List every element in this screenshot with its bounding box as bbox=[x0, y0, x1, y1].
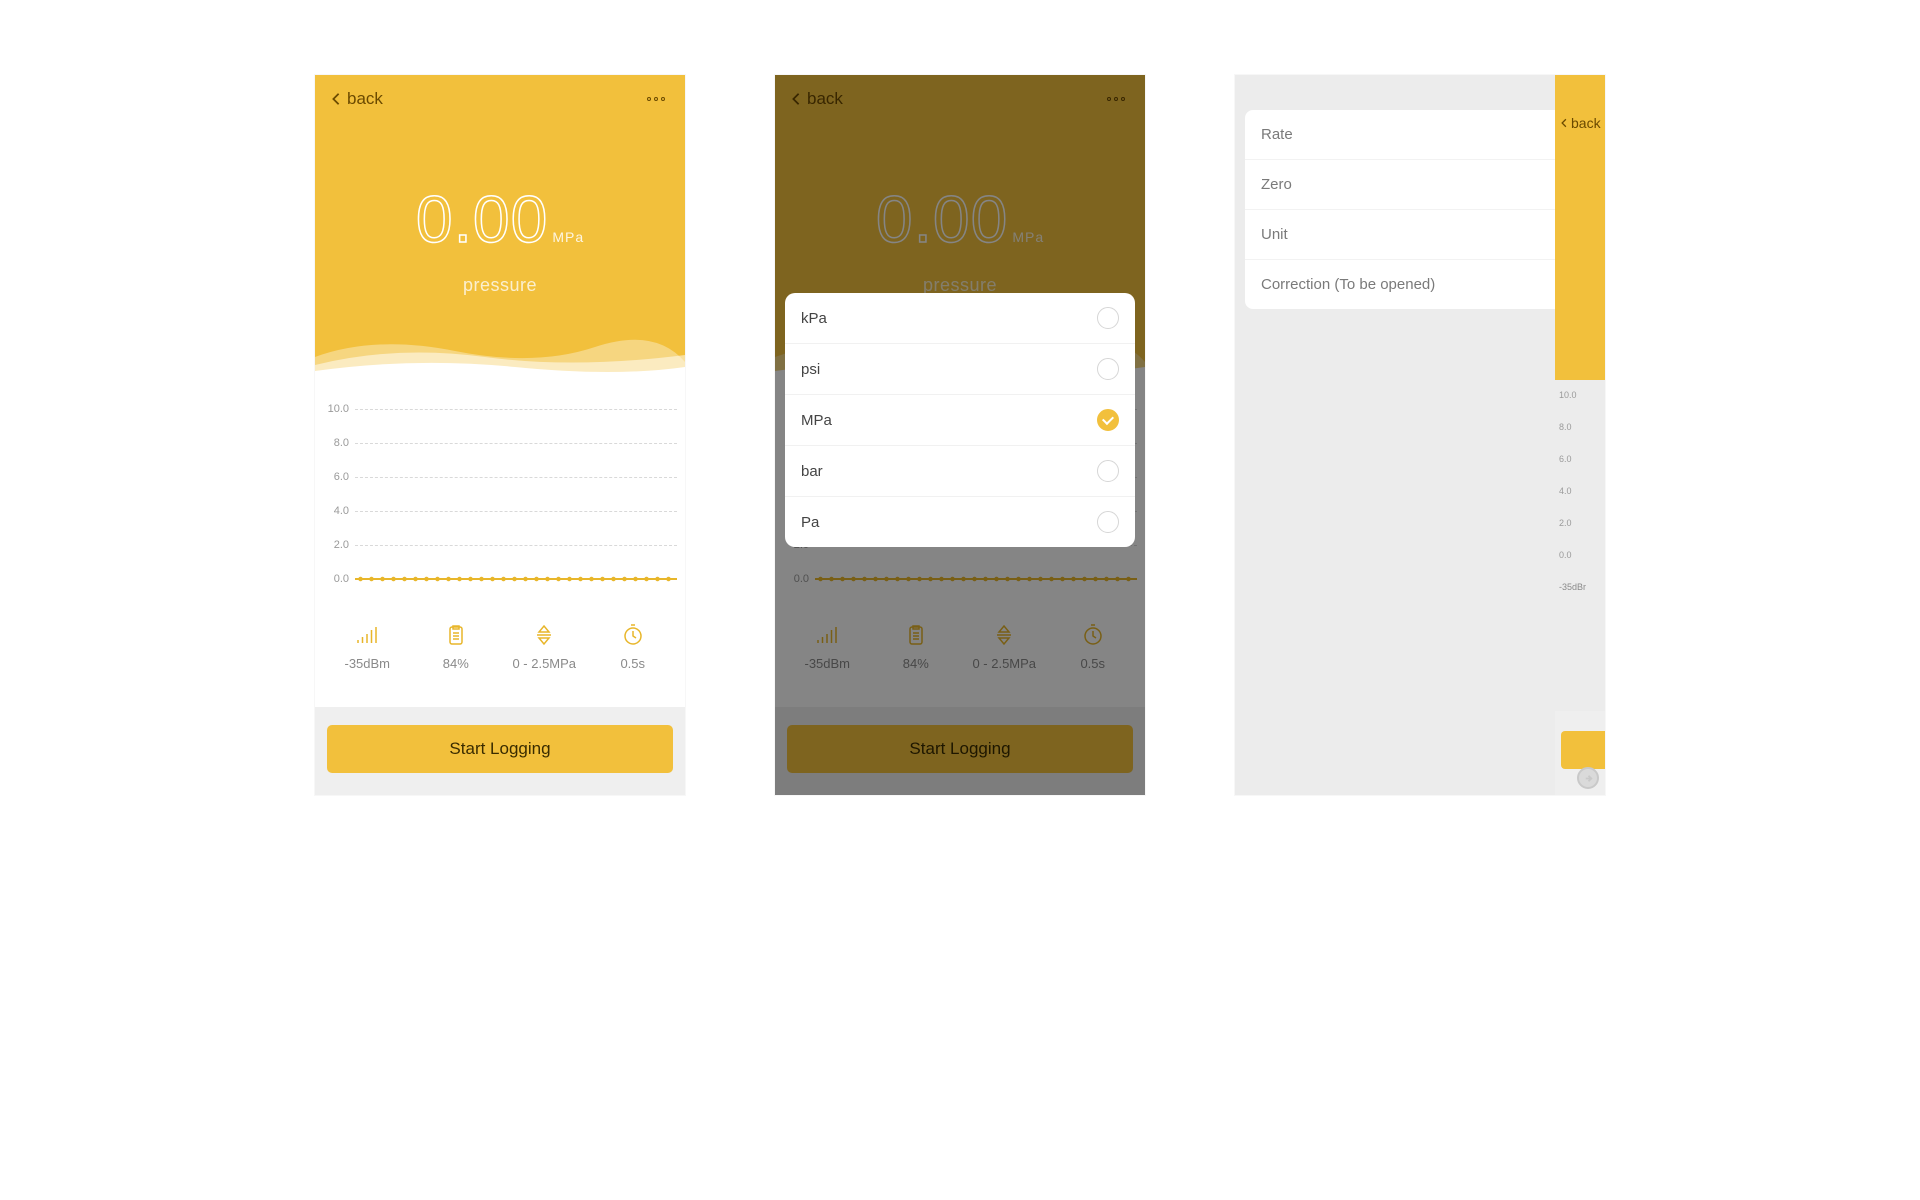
y-tick: 6.0 bbox=[323, 471, 355, 483]
clipboard-icon bbox=[444, 623, 468, 647]
settings-item-correction[interactable]: Correction (To be opened)› bbox=[1245, 260, 1595, 309]
dot-icon bbox=[661, 97, 665, 101]
signal-icon bbox=[355, 623, 379, 647]
y-tick: 0.0 bbox=[1559, 550, 1603, 560]
radio-icon bbox=[1097, 460, 1119, 482]
gridline bbox=[355, 409, 677, 410]
y-tick: 8.0 bbox=[1559, 422, 1603, 432]
y-tick: 2.0 bbox=[1559, 518, 1603, 528]
timer-icon bbox=[621, 623, 645, 647]
stat-signal-label: -35dBm bbox=[323, 656, 412, 671]
radio-icon bbox=[1097, 358, 1119, 380]
settings-label: Rate bbox=[1261, 126, 1293, 143]
unit-label: psi bbox=[801, 361, 820, 378]
settings-item-rate[interactable]: Rate› bbox=[1245, 110, 1595, 160]
range-icon bbox=[532, 623, 556, 647]
y-tick: 4.0 bbox=[323, 505, 355, 517]
radio-icon bbox=[1097, 307, 1119, 329]
y-tick: 8.0 bbox=[323, 437, 355, 449]
settings-item-unit[interactable]: Unit› bbox=[1245, 210, 1595, 260]
peek-chart: 10.0 8.0 6.0 4.0 2.0 0.0 bbox=[1555, 380, 1605, 560]
gridline bbox=[355, 511, 677, 512]
bottom-bar: Start Logging bbox=[315, 707, 685, 795]
peek-back-label: back bbox=[1571, 115, 1601, 131]
phone-unit-picker: back 0.00 MPa pressure 10.0 8.0 6.0 4.0 … bbox=[775, 75, 1145, 795]
gridline bbox=[355, 443, 677, 444]
reading-label: pressure bbox=[315, 275, 685, 296]
reading-display: 0.00 MPa pressure bbox=[315, 181, 685, 296]
stat-range: 0 - 2.5MPa bbox=[500, 622, 589, 671]
unit-option-pa[interactable]: Pa bbox=[785, 497, 1135, 547]
y-tick: 10.0 bbox=[323, 403, 355, 415]
peek-header: back bbox=[1555, 75, 1605, 380]
chart-area: 10.0 8.0 6.0 4.0 2.0 0.0 bbox=[315, 380, 685, 604]
phone-main: back 0.00 MPa pressure 10.0 8.0 6.0 4.0 … bbox=[315, 75, 685, 795]
y-tick: 0.0 bbox=[323, 573, 355, 585]
radio-icon bbox=[1097, 511, 1119, 533]
y-tick: 6.0 bbox=[1559, 454, 1603, 464]
gridline bbox=[355, 477, 677, 478]
unit-label: MPa bbox=[801, 412, 832, 429]
unit-picker: kPa psi MPa bar Pa bbox=[785, 293, 1135, 547]
settings-label: Unit bbox=[1261, 226, 1288, 243]
settings-label: Correction (To be opened) bbox=[1261, 276, 1435, 293]
unit-option-bar[interactable]: bar bbox=[785, 446, 1135, 497]
settings-panel: Rate› Zero› Unit› Correction (To be open… bbox=[1245, 110, 1595, 309]
stat-interval-label: 0.5s bbox=[589, 656, 678, 671]
gridline bbox=[355, 545, 677, 546]
peek-next-screen: back 10.0 8.0 6.0 4.0 2.0 0.0 -35dBr bbox=[1555, 75, 1605, 795]
reading-unit: MPa bbox=[552, 229, 584, 245]
unit-option-mpa[interactable]: MPa bbox=[785, 395, 1135, 446]
stat-battery-label: 84% bbox=[412, 656, 501, 671]
y-tick: 4.0 bbox=[1559, 486, 1603, 496]
peek-back-button[interactable]: back bbox=[1559, 115, 1601, 131]
more-button[interactable] bbox=[641, 91, 671, 107]
unit-option-kpa[interactable]: kPa bbox=[785, 293, 1135, 344]
y-tick: 10.0 bbox=[1559, 390, 1603, 400]
back-label: back bbox=[347, 89, 383, 109]
navbar: back bbox=[315, 75, 685, 123]
stat-signal: -35dBm bbox=[323, 622, 412, 671]
dot-icon bbox=[654, 97, 658, 101]
unit-option-psi[interactable]: psi bbox=[785, 344, 1135, 395]
reading-value: 0.00 bbox=[416, 181, 548, 257]
stats-row: -35dBm 84% 0 - 2.5MPa 0.5s bbox=[315, 604, 685, 679]
phone-settings: Rate› Zero› Unit› Correction (To be open… bbox=[1235, 75, 1605, 795]
header: back 0.00 MPa pressure bbox=[315, 75, 685, 380]
chevron-left-icon bbox=[1559, 118, 1569, 128]
arrow-right-icon bbox=[1583, 773, 1594, 784]
radio-checked-icon bbox=[1097, 409, 1119, 431]
stat-interval: 0.5s bbox=[589, 622, 678, 671]
y-tick: 2.0 bbox=[323, 539, 355, 551]
chart-baseline bbox=[355, 578, 677, 580]
dot-icon bbox=[647, 97, 651, 101]
peek-stat-signal: -35dBr bbox=[1555, 582, 1605, 592]
unit-label: bar bbox=[801, 463, 823, 480]
unit-label: Pa bbox=[801, 514, 819, 531]
stat-battery: 84% bbox=[412, 622, 501, 671]
peek-start-button[interactable] bbox=[1561, 731, 1605, 769]
peek-next-icon[interactable] bbox=[1577, 767, 1599, 789]
stat-range-label: 0 - 2.5MPa bbox=[500, 656, 589, 671]
back-button[interactable]: back bbox=[329, 89, 383, 109]
start-logging-button[interactable]: Start Logging bbox=[327, 725, 673, 773]
settings-item-zero[interactable]: Zero› bbox=[1245, 160, 1595, 210]
settings-label: Zero bbox=[1261, 176, 1292, 193]
wave-decoration bbox=[315, 327, 685, 380]
chevron-left-icon bbox=[329, 92, 343, 106]
unit-label: kPa bbox=[801, 310, 827, 327]
